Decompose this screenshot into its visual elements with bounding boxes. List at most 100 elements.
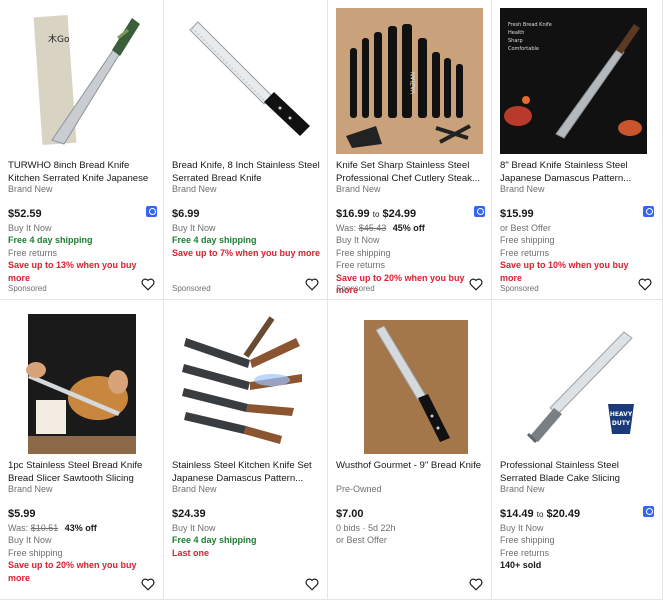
listing-card[interactable]: Fresh Bread Knife Health Sharp Comfortab… bbox=[492, 0, 663, 300]
top-rated-seller-icon bbox=[474, 206, 485, 217]
price-low: $14.49 bbox=[500, 508, 534, 520]
listing-bids-time: 0 bids · 5d 22h bbox=[336, 523, 396, 533]
listing-title[interactable]: Bread Knife, 8 Inch Stainless Steel Serr… bbox=[172, 160, 324, 185]
listing-buy-format: Buy It Now bbox=[336, 235, 380, 246]
listing-condition: Brand New bbox=[172, 184, 217, 194]
knife-image: 木Go bbox=[8, 8, 155, 154]
was-label: Was: bbox=[8, 523, 29, 533]
top-rated-seller-icon bbox=[146, 206, 157, 217]
listing-buy-format: Buy It Now bbox=[172, 223, 216, 233]
badge-text-2: DUTY bbox=[612, 420, 631, 427]
listing-image[interactable] bbox=[336, 308, 483, 454]
image-caption-1: Fresh Bread Knife bbox=[508, 22, 552, 28]
listing-price: $6.99 bbox=[172, 208, 200, 220]
listing-card[interactable]: 1pc Stainless Steel Bread Knife Bread Sl… bbox=[0, 300, 164, 600]
was-price: $10.51 bbox=[30, 523, 59, 533]
listing-title[interactable]: Wusthof Gourmet - 9" Bread Knife bbox=[336, 460, 488, 485]
sponsored-label: Sponsored bbox=[336, 284, 375, 293]
knife-set-image bbox=[172, 308, 319, 454]
listing-card[interactable]: Stainless Steel Kitchen Knife Set Japane… bbox=[164, 300, 328, 600]
listing-shipping: Free 4 day shipping bbox=[172, 235, 257, 246]
listing-title[interactable]: Knife Set Sharp Stainless Steel Professi… bbox=[336, 160, 488, 185]
listing-image[interactable]: HEAVY DUTY bbox=[500, 308, 647, 454]
listing-returns: Free returns bbox=[336, 260, 386, 271]
listing-sold-count: 140+ sold bbox=[500, 560, 542, 571]
listing-returns: Free returns bbox=[8, 247, 58, 258]
price-high: $24.99 bbox=[382, 208, 417, 220]
sponsored-label: Sponsored bbox=[172, 284, 211, 293]
price-to: to bbox=[372, 210, 380, 219]
listing-image[interactable]: 木Go bbox=[8, 8, 155, 154]
listing-card[interactable]: VAZIAN Knife Set Sharp Stainless Steel P… bbox=[328, 0, 492, 300]
listing-title[interactable]: Stainless Steel Kitchen Knife Set Japane… bbox=[172, 460, 324, 485]
listing-shipping: Free shipping bbox=[8, 547, 63, 558]
listing-promo: Save up to 13% when you buy more bbox=[8, 260, 137, 283]
listing-returns: Free returns bbox=[500, 247, 550, 258]
listing-condition: Brand New bbox=[172, 484, 217, 494]
heart-outline-icon[interactable] bbox=[141, 578, 155, 591]
badge-text-1: HEAVY bbox=[610, 411, 633, 418]
discount-percent: 45% off bbox=[392, 223, 425, 233]
listing-image[interactable] bbox=[172, 308, 319, 454]
listing-price: $52.59 bbox=[8, 208, 42, 220]
heart-outline-icon[interactable] bbox=[305, 578, 319, 591]
knife-image bbox=[172, 8, 319, 154]
listing-price: $15.99 bbox=[500, 208, 534, 220]
listing-title[interactable]: 8" Bread Knife Stainless Steel Japanese … bbox=[500, 160, 652, 185]
heart-outline-icon[interactable] bbox=[305, 278, 319, 291]
listing-promo: Save up to 7% when you buy more bbox=[172, 247, 321, 258]
listing-shipping: Free 4 day shipping bbox=[8, 235, 93, 246]
knife-image: HEAVY DUTY bbox=[500, 308, 647, 454]
listing-price: $24.39 bbox=[172, 508, 206, 520]
listing-image[interactable]: Fresh Bread Knife Health Sharp Comfortab… bbox=[500, 8, 647, 154]
listing-image[interactable]: VAZIAN bbox=[336, 8, 483, 154]
listing-condition: Brand New bbox=[500, 184, 545, 194]
listing-price-range: $16.99 to $24.99 bbox=[336, 207, 488, 222]
listing-card[interactable]: HEAVY DUTY Professional Stainless Steel … bbox=[492, 300, 663, 600]
listing-stock: Last one bbox=[172, 547, 210, 558]
listing-image[interactable] bbox=[172, 8, 319, 154]
image-caption-3: Sharp bbox=[508, 38, 523, 44]
listing-price: $5.99 bbox=[8, 508, 36, 520]
listing-condition: Brand New bbox=[336, 184, 381, 194]
listing-condition: Pre-Owned bbox=[336, 484, 382, 494]
top-rated-seller-icon bbox=[643, 506, 654, 517]
heart-outline-icon[interactable] bbox=[141, 278, 155, 291]
heart-outline-icon[interactable] bbox=[638, 278, 652, 291]
listing-buy-format: Buy It Now bbox=[8, 223, 52, 233]
listing-price: $7.00 bbox=[336, 508, 364, 520]
listing-title[interactable]: 1pc Stainless Steel Bread Knife Bread Sl… bbox=[8, 460, 160, 485]
listing-promo: Save up to 20% when you buy more bbox=[8, 560, 137, 583]
search-results-grid: 木Go TURWHO 8inch Bread Knife Kitchen Ser… bbox=[0, 0, 663, 600]
listing-shipping: Free shipping bbox=[336, 247, 391, 258]
listing-shipping: Free shipping bbox=[500, 535, 555, 546]
knife-image bbox=[336, 308, 483, 454]
discount-percent: 43% off bbox=[64, 523, 97, 533]
listing-was-price: Was: $45.43 45% off bbox=[336, 222, 488, 234]
svg-text:木Go: 木Go bbox=[48, 33, 70, 45]
price-high: $20.49 bbox=[546, 508, 581, 520]
was-price: $45.43 bbox=[358, 223, 387, 233]
heart-outline-icon[interactable] bbox=[469, 578, 483, 591]
listing-shipping: Free shipping bbox=[500, 235, 555, 246]
listing-card[interactable]: Wusthof Gourmet - 9" Bread Knife Pre-Own… bbox=[328, 300, 492, 600]
knife-set-image: VAZIAN bbox=[336, 8, 483, 154]
image-caption-2: Health bbox=[508, 30, 524, 36]
heart-outline-icon[interactable] bbox=[469, 278, 483, 291]
listing-condition: Brand New bbox=[8, 484, 53, 494]
listing-card[interactable]: 木Go TURWHO 8inch Bread Knife Kitchen Ser… bbox=[0, 0, 164, 300]
listing-image[interactable] bbox=[8, 308, 155, 454]
was-label: Was: bbox=[336, 223, 357, 233]
knife-image bbox=[8, 308, 155, 454]
listing-offer: or Best Offer bbox=[336, 535, 387, 546]
listing-card[interactable]: Bread Knife, 8 Inch Stainless Steel Serr… bbox=[164, 0, 328, 300]
listing-promo: Save up to 10% when you buy more bbox=[500, 260, 629, 283]
listing-condition: Brand New bbox=[500, 484, 545, 494]
listing-title[interactable]: TURWHO 8inch Bread Knife Kitchen Serrate… bbox=[8, 160, 160, 185]
listing-price-range: $14.49 to $20.49 bbox=[500, 507, 652, 522]
listing-title[interactable]: Professional Stainless Steel Serrated Bl… bbox=[500, 460, 652, 485]
listing-was-price: Was: $10.51 43% off bbox=[8, 522, 160, 534]
listing-buy-format: Buy It Now bbox=[500, 523, 544, 533]
price-low: $16.99 bbox=[336, 208, 370, 220]
svg-text:VAZIAN: VAZIAN bbox=[410, 72, 417, 94]
